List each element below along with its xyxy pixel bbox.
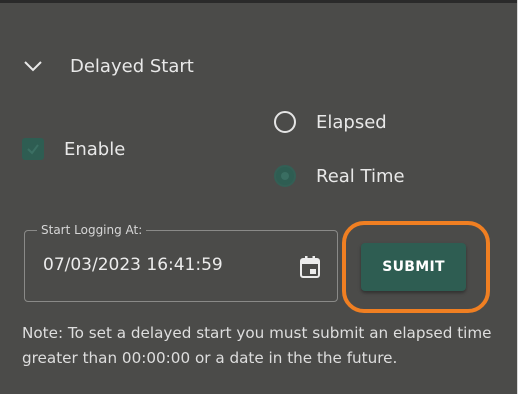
delayed-start-note: Note: To set a delayed start you must su… bbox=[22, 324, 492, 367]
radio-elapsed-label: Elapsed bbox=[316, 111, 387, 133]
enable-checkbox[interactable] bbox=[22, 138, 44, 160]
scrollbar-track[interactable] bbox=[517, 0, 523, 394]
delayed-start-panel: Delayed Start Enable Elapsed Real Time S… bbox=[0, 0, 517, 394]
chevron-down-icon bbox=[24, 61, 42, 72]
calendar-icon[interactable] bbox=[299, 255, 321, 279]
enable-label: Enable bbox=[64, 138, 126, 160]
start-logging-input[interactable] bbox=[43, 255, 283, 275]
radio-real-time[interactable]: Real Time bbox=[274, 165, 405, 187]
radio-elapsed-circle[interactable] bbox=[274, 111, 296, 133]
checkmark-icon bbox=[27, 144, 39, 155]
section-title: Delayed Start bbox=[70, 55, 194, 77]
radio-real-time-label: Real Time bbox=[316, 165, 405, 187]
submit-button[interactable]: SUBMIT bbox=[361, 243, 466, 291]
radio-elapsed[interactable]: Elapsed bbox=[274, 111, 387, 133]
delayed-start-section-header[interactable]: Delayed Start bbox=[22, 49, 194, 83]
radio-real-time-circle[interactable] bbox=[274, 165, 296, 187]
enable-checkbox-row[interactable]: Enable bbox=[22, 138, 125, 160]
start-logging-field[interactable]: Start Logging At: bbox=[24, 222, 338, 302]
start-logging-label: Start Logging At: bbox=[37, 222, 147, 238]
